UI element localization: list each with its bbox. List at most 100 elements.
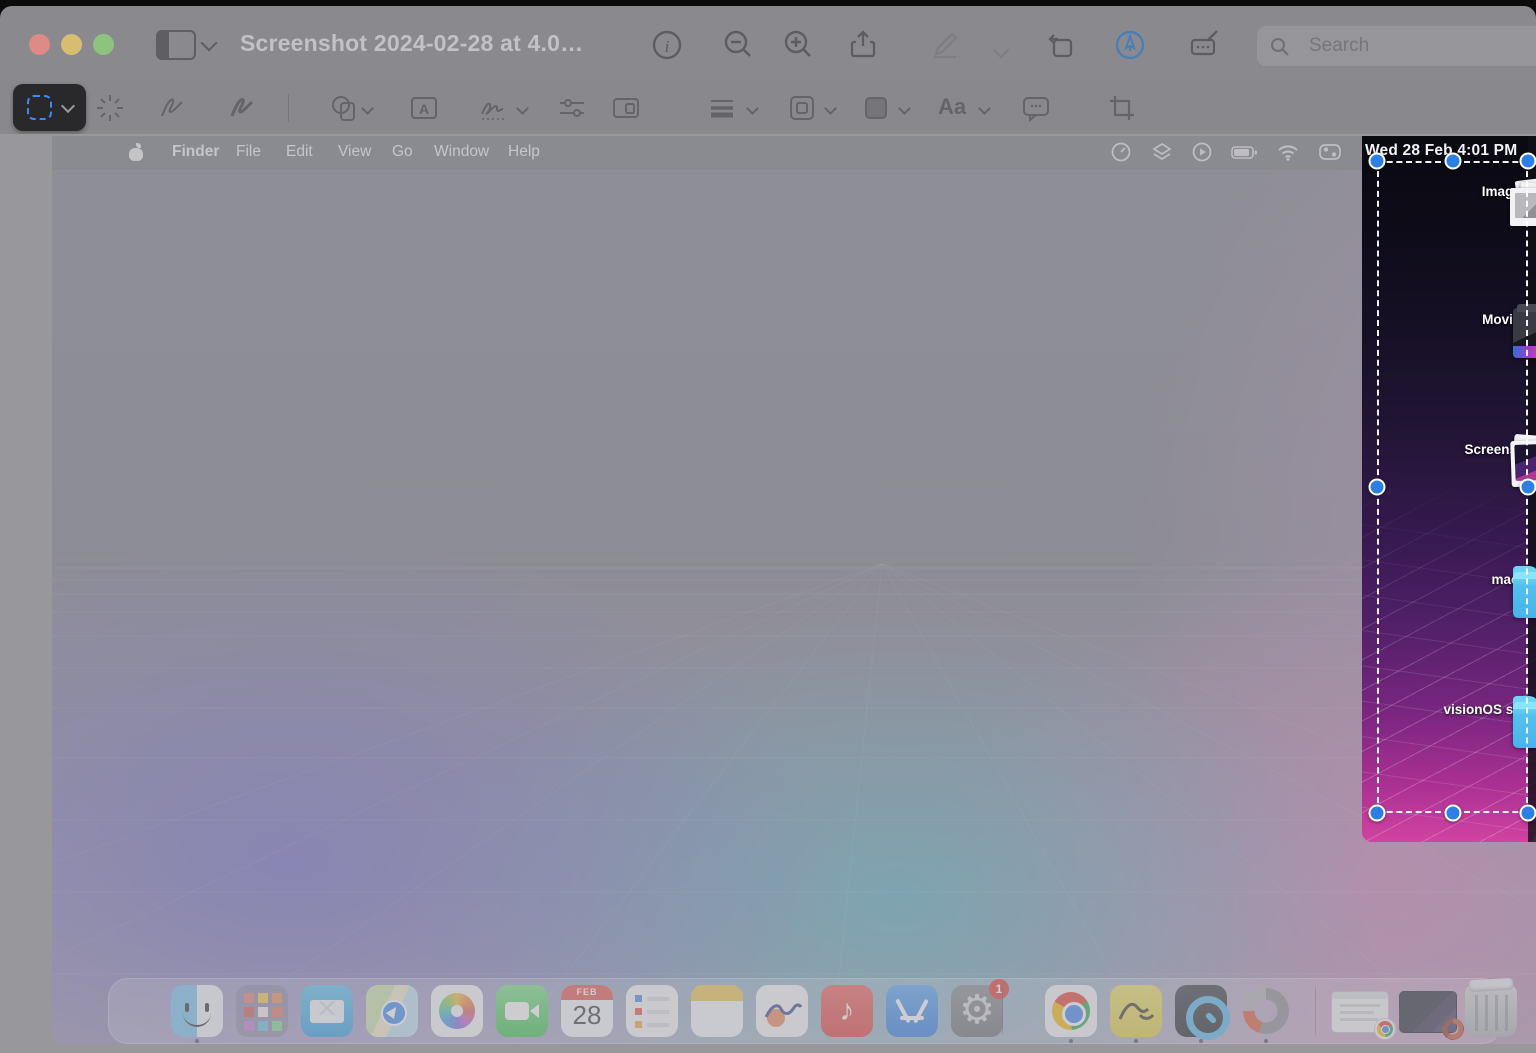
sidebar-chevron-down-icon[interactable] <box>201 35 218 52</box>
selection-handle-top-left[interactable] <box>1369 153 1386 170</box>
zoom-in-icon[interactable] <box>781 28 815 62</box>
shapes-tool-icon[interactable] <box>328 92 360 124</box>
selection-marquee[interactable] <box>1377 161 1528 813</box>
fullscreen-window-button[interactable] <box>93 34 114 55</box>
menu-window[interactable]: Window <box>434 143 489 161</box>
dock-minimized-chrome-window[interactable] <box>1331 991 1389 1033</box>
menu-file[interactable]: File <box>236 143 261 161</box>
dock-minimized-dark-window[interactable] <box>1399 991 1457 1033</box>
selection-tool-chevron-icon <box>61 99 75 113</box>
close-window-button[interactable] <box>29 34 50 55</box>
share-icon[interactable] <box>846 28 880 62</box>
window-badge-icon <box>1442 1018 1464 1040</box>
line-weight-chevron-icon[interactable] <box>746 102 759 115</box>
toolbar-divider <box>288 94 289 122</box>
dock-notes-icon[interactable] <box>691 985 743 1037</box>
zoom-out-icon[interactable] <box>721 28 755 62</box>
screenshot-image[interactable]: Finder File Edit View Go Window Help <box>52 136 1536 1044</box>
titlebar: Screenshot 2024-02-28 at 4.0… i <box>0 6 1536 82</box>
dock-maps-icon[interactable] <box>366 985 418 1037</box>
control-center-icon[interactable] <box>1318 141 1342 168</box>
status-play-icon[interactable] <box>1191 141 1213 168</box>
selection-tool-button[interactable] <box>13 84 86 131</box>
dock-divider <box>1315 987 1316 1035</box>
rectangular-selection-icon <box>27 95 52 120</box>
running-indicator-dot <box>1199 1039 1203 1043</box>
dock-freeform-icon[interactable] <box>756 985 808 1037</box>
dock-photos-icon[interactable] <box>431 985 483 1037</box>
wallpaper-grid <box>52 136 1536 1044</box>
text-style-chevron-icon[interactable] <box>978 102 991 115</box>
dock-mail-icon[interactable] <box>301 985 353 1037</box>
dock-divider <box>1002 987 1003 1035</box>
signature-tool-icon[interactable] <box>478 92 510 124</box>
status-gauge-icon[interactable] <box>1110 141 1132 168</box>
instant-alpha-wand-icon[interactable] <box>94 92 126 124</box>
dock-appstore-icon[interactable] <box>886 985 938 1037</box>
selection-handle-top-middle[interactable] <box>1445 153 1462 170</box>
sidebar-toggle-icon[interactable] <box>156 30 196 60</box>
gear-icon: ⚙ <box>959 988 995 1032</box>
running-indicator-dot <box>1069 1039 1073 1043</box>
calendar-day-label: 28 <box>561 1000 613 1031</box>
dock-facetime-icon[interactable] <box>496 985 548 1037</box>
dock-calendar-icon[interactable]: FEB 28 <box>561 985 613 1037</box>
line-weight-icon[interactable] <box>706 92 738 124</box>
dock-reminders-icon[interactable] <box>626 985 678 1037</box>
annotate-pencil-icon[interactable] <box>928 28 962 62</box>
text-tool-icon[interactable]: A <box>408 92 440 124</box>
markup-toolbar-toggle-icon[interactable] <box>1113 28 1147 62</box>
fill-color-chevron-icon[interactable] <box>898 102 911 115</box>
dock-basecamp-icon[interactable] <box>1110 985 1162 1037</box>
dock-quicktime-icon[interactable] <box>1175 985 1227 1037</box>
info-icon[interactable]: i <box>650 28 684 62</box>
appstore-a-bar <box>900 1016 924 1020</box>
border-color-icon[interactable] <box>786 92 818 124</box>
frame-style-icon[interactable] <box>610 92 642 124</box>
dock-trash-icon[interactable] <box>1465 985 1517 1037</box>
sketch-tool-icon[interactable] <box>156 92 188 124</box>
dock-music-icon[interactable]: ♪ <box>821 985 873 1037</box>
battery-icon[interactable] <box>1230 141 1260 168</box>
menu-view[interactable]: View <box>338 143 371 161</box>
dock-finder-icon[interactable] <box>171 985 223 1037</box>
selection-handle-bottom-middle[interactable] <box>1445 805 1462 822</box>
text-style-button[interactable]: Aa <box>938 94 966 120</box>
minimize-window-button[interactable] <box>61 34 82 55</box>
signature-chevron-icon[interactable] <box>516 102 529 115</box>
dock-settings-icon[interactable]: ⚙1 <box>951 985 1003 1037</box>
apple-menu-icon[interactable] <box>129 144 143 161</box>
menu-go[interactable]: Go <box>392 143 413 161</box>
dock-chrome-icon[interactable] <box>1045 985 1097 1037</box>
crop-tool-icon[interactable] <box>1106 92 1138 124</box>
markup-toolbar: A Aa <box>0 82 1536 134</box>
window-title: Screenshot 2024-02-28 at 4.0… <box>240 30 583 57</box>
menu-help[interactable]: Help <box>508 143 540 161</box>
search-input[interactable] <box>1257 26 1536 66</box>
shapes-chevron-icon[interactable] <box>361 102 374 115</box>
selection-handle-bottom-left[interactable] <box>1369 805 1386 822</box>
menu-edit[interactable]: Edit <box>286 143 313 161</box>
border-color-chevron-icon[interactable] <box>824 102 837 115</box>
selection-handle-bottom-right[interactable] <box>1520 805 1536 822</box>
adjust-sliders-icon[interactable] <box>556 92 588 124</box>
dock-capture-ring-icon[interactable] <box>1240 985 1292 1037</box>
selection-handle-middle-left[interactable] <box>1369 479 1386 496</box>
svg-text:i: i <box>665 37 670 56</box>
fill-color-icon[interactable] <box>860 92 892 124</box>
dock-launchpad-icon[interactable] <box>236 985 288 1037</box>
calendar-month-label: FEB <box>561 985 613 1000</box>
annotate-chevron-down-icon[interactable] <box>993 42 1010 59</box>
draw-tool-icon[interactable] <box>226 92 258 124</box>
selection-handle-top-right[interactable] <box>1520 153 1536 170</box>
selection-handle-middle-right[interactable] <box>1520 479 1536 496</box>
running-indicator-dot <box>195 1039 199 1043</box>
captured-menu-bar: Finder File Edit View Go Window Help <box>52 136 1536 170</box>
annotation-bubble-icon[interactable] <box>1020 92 1052 124</box>
text-annotation-icon[interactable] <box>1188 28 1222 62</box>
status-stacks-icon[interactable] <box>1151 141 1173 168</box>
menu-finder[interactable]: Finder <box>172 143 219 161</box>
running-indicator-dot <box>1134 1039 1138 1043</box>
wifi-icon[interactable] <box>1276 141 1300 168</box>
rotate-left-icon[interactable] <box>1044 28 1078 62</box>
